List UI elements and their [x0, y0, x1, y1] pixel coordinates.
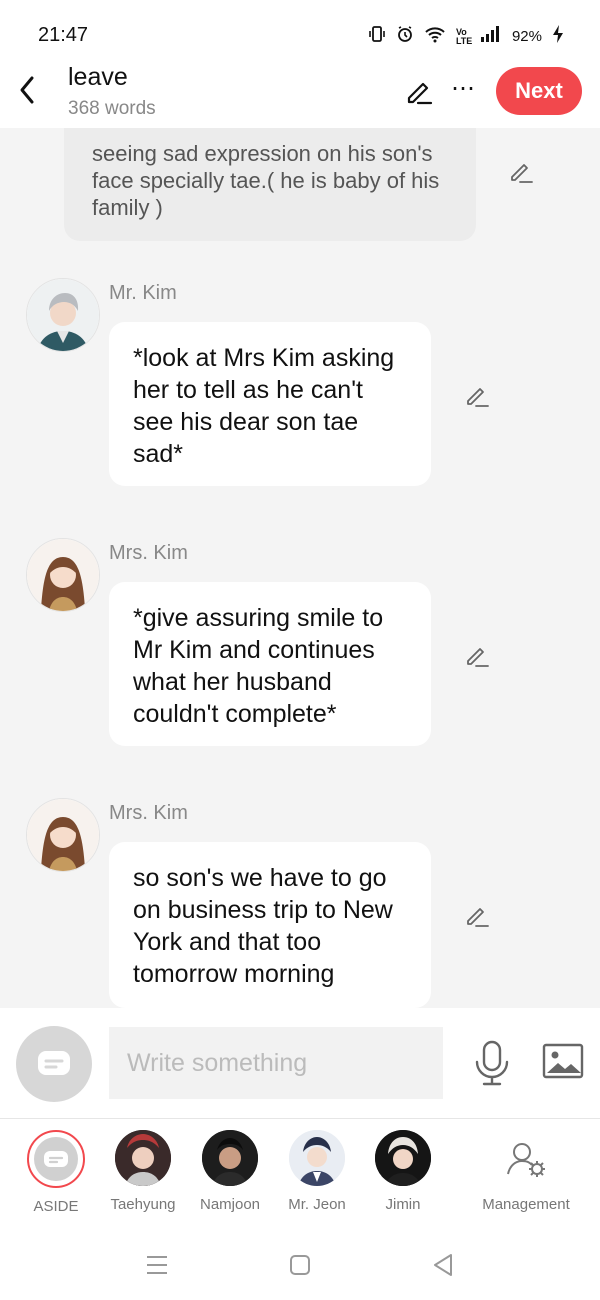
next-button[interactable]: Next	[496, 67, 582, 115]
character-mr-jeon[interactable]: Mr. Jeon	[277, 1130, 357, 1213]
pencil-icon[interactable]	[508, 158, 534, 184]
message-bubble[interactable]: so son's we have to go on business trip …	[109, 842, 431, 1008]
message-bubble[interactable]: *look at Mrs Kim asking her to tell as h…	[109, 322, 431, 486]
pencil-icon[interactable]	[464, 642, 490, 668]
pencil-icon[interactable]	[404, 76, 434, 106]
avatar[interactable]	[26, 798, 100, 872]
management-icon	[498, 1130, 554, 1186]
message-input[interactable]	[109, 1027, 443, 1099]
avatar[interactable]	[26, 538, 100, 612]
status-icons: Vo LTE 92%	[368, 24, 564, 49]
battery-percent: 92%	[511, 28, 542, 45]
word-count: 368 words	[68, 98, 156, 119]
mic-icon[interactable]	[472, 1040, 512, 1086]
pencil-icon[interactable]	[464, 902, 490, 928]
character-label: Mr. Jeon	[288, 1196, 346, 1213]
back-nav-icon[interactable]	[428, 1250, 458, 1280]
aside-icon	[38, 1051, 70, 1075]
network-label: Vo LTE	[455, 26, 473, 46]
avatar	[375, 1130, 431, 1186]
message-bubble[interactable]: *give assuring smile to Mr Kim and conti…	[109, 582, 431, 746]
message-sender: Mrs. Kim	[109, 802, 188, 824]
narration-bubble[interactable]: seeing sad expression on his son's face …	[64, 128, 476, 241]
character-label: ASIDE	[33, 1198, 79, 1215]
aside-toggle-button[interactable]	[16, 1026, 92, 1102]
vibrate-icon	[368, 25, 386, 48]
home-icon[interactable]	[285, 1250, 315, 1280]
message-sender: Mrs. Kim	[109, 542, 188, 564]
character-label: Namjoon	[199, 1196, 261, 1213]
recents-icon[interactable]	[142, 1250, 172, 1280]
avatar	[115, 1130, 171, 1186]
pencil-icon[interactable]	[464, 382, 490, 408]
avatar[interactable]	[26, 278, 100, 352]
more-icon[interactable]: ⋯	[450, 74, 476, 104]
character-namjoon[interactable]: Namjoon	[190, 1130, 270, 1213]
management-button[interactable]: Management	[475, 1130, 577, 1213]
character-jimin[interactable]: Jimin	[363, 1130, 443, 1213]
character-label: Management	[482, 1196, 570, 1213]
character-aside[interactable]: ASIDE	[16, 1130, 96, 1215]
chat-area[interactable]: seeing sad expression on his son's face …	[0, 128, 600, 1008]
aside-icon	[27, 1130, 85, 1188]
character-label: Jimin	[385, 1196, 421, 1213]
signal-icon	[480, 25, 502, 48]
page-title: leave	[68, 63, 128, 91]
alarm-icon	[396, 25, 414, 48]
charging-icon	[552, 24, 564, 49]
character-label: Taehyung	[110, 1196, 176, 1213]
avatar	[289, 1130, 345, 1186]
image-icon[interactable]	[541, 1042, 585, 1080]
avatar	[202, 1130, 258, 1186]
message-sender: Mr. Kim	[109, 282, 177, 304]
back-icon[interactable]	[14, 72, 42, 108]
status-time: 21:47	[38, 24, 89, 46]
wifi-icon	[424, 25, 446, 48]
character-taehyung[interactable]: Taehyung	[103, 1130, 183, 1213]
